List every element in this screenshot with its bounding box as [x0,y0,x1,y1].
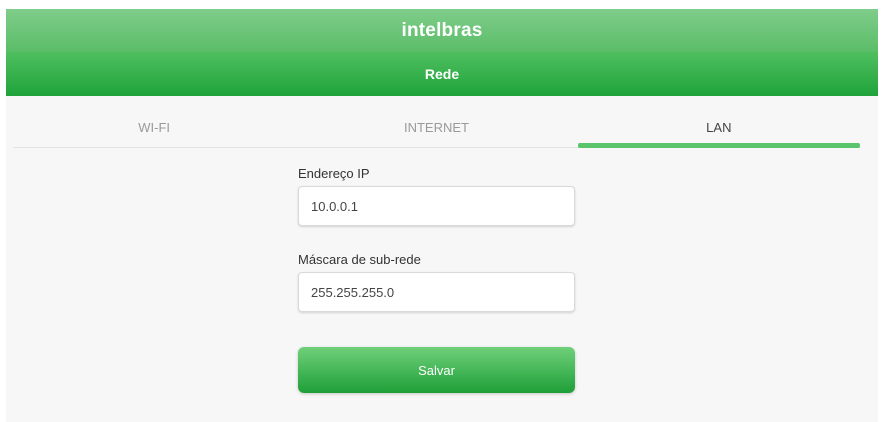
tab-bar: WI-FI INTERNET LAN [13,108,861,148]
tab-internet[interactable]: INTERNET [295,108,577,147]
ip-address-input[interactable] [298,186,575,226]
tab-lan-label: LAN [706,120,732,135]
tab-wifi-label: WI-FI [138,120,171,135]
tab-wifi[interactable]: WI-FI [13,108,295,147]
mask-label: Máscara de sub-rede [298,252,421,267]
brand-header: intelbras [6,9,878,52]
brand-logo: intelbras [401,19,483,41]
tab-internet-label: INTERNET [403,120,469,135]
page-title: Rede [424,66,460,82]
ip-field-group: Endereço IP [298,166,575,226]
ip-label: Endereço IP [298,166,370,181]
save-button[interactable]: Salvar [298,347,575,393]
mask-field-group: Máscara de sub-rede [298,252,575,312]
tab-lan[interactable]: LAN [577,108,861,148]
title-header: Rede [6,52,878,96]
subnet-mask-input[interactable] [298,272,575,312]
